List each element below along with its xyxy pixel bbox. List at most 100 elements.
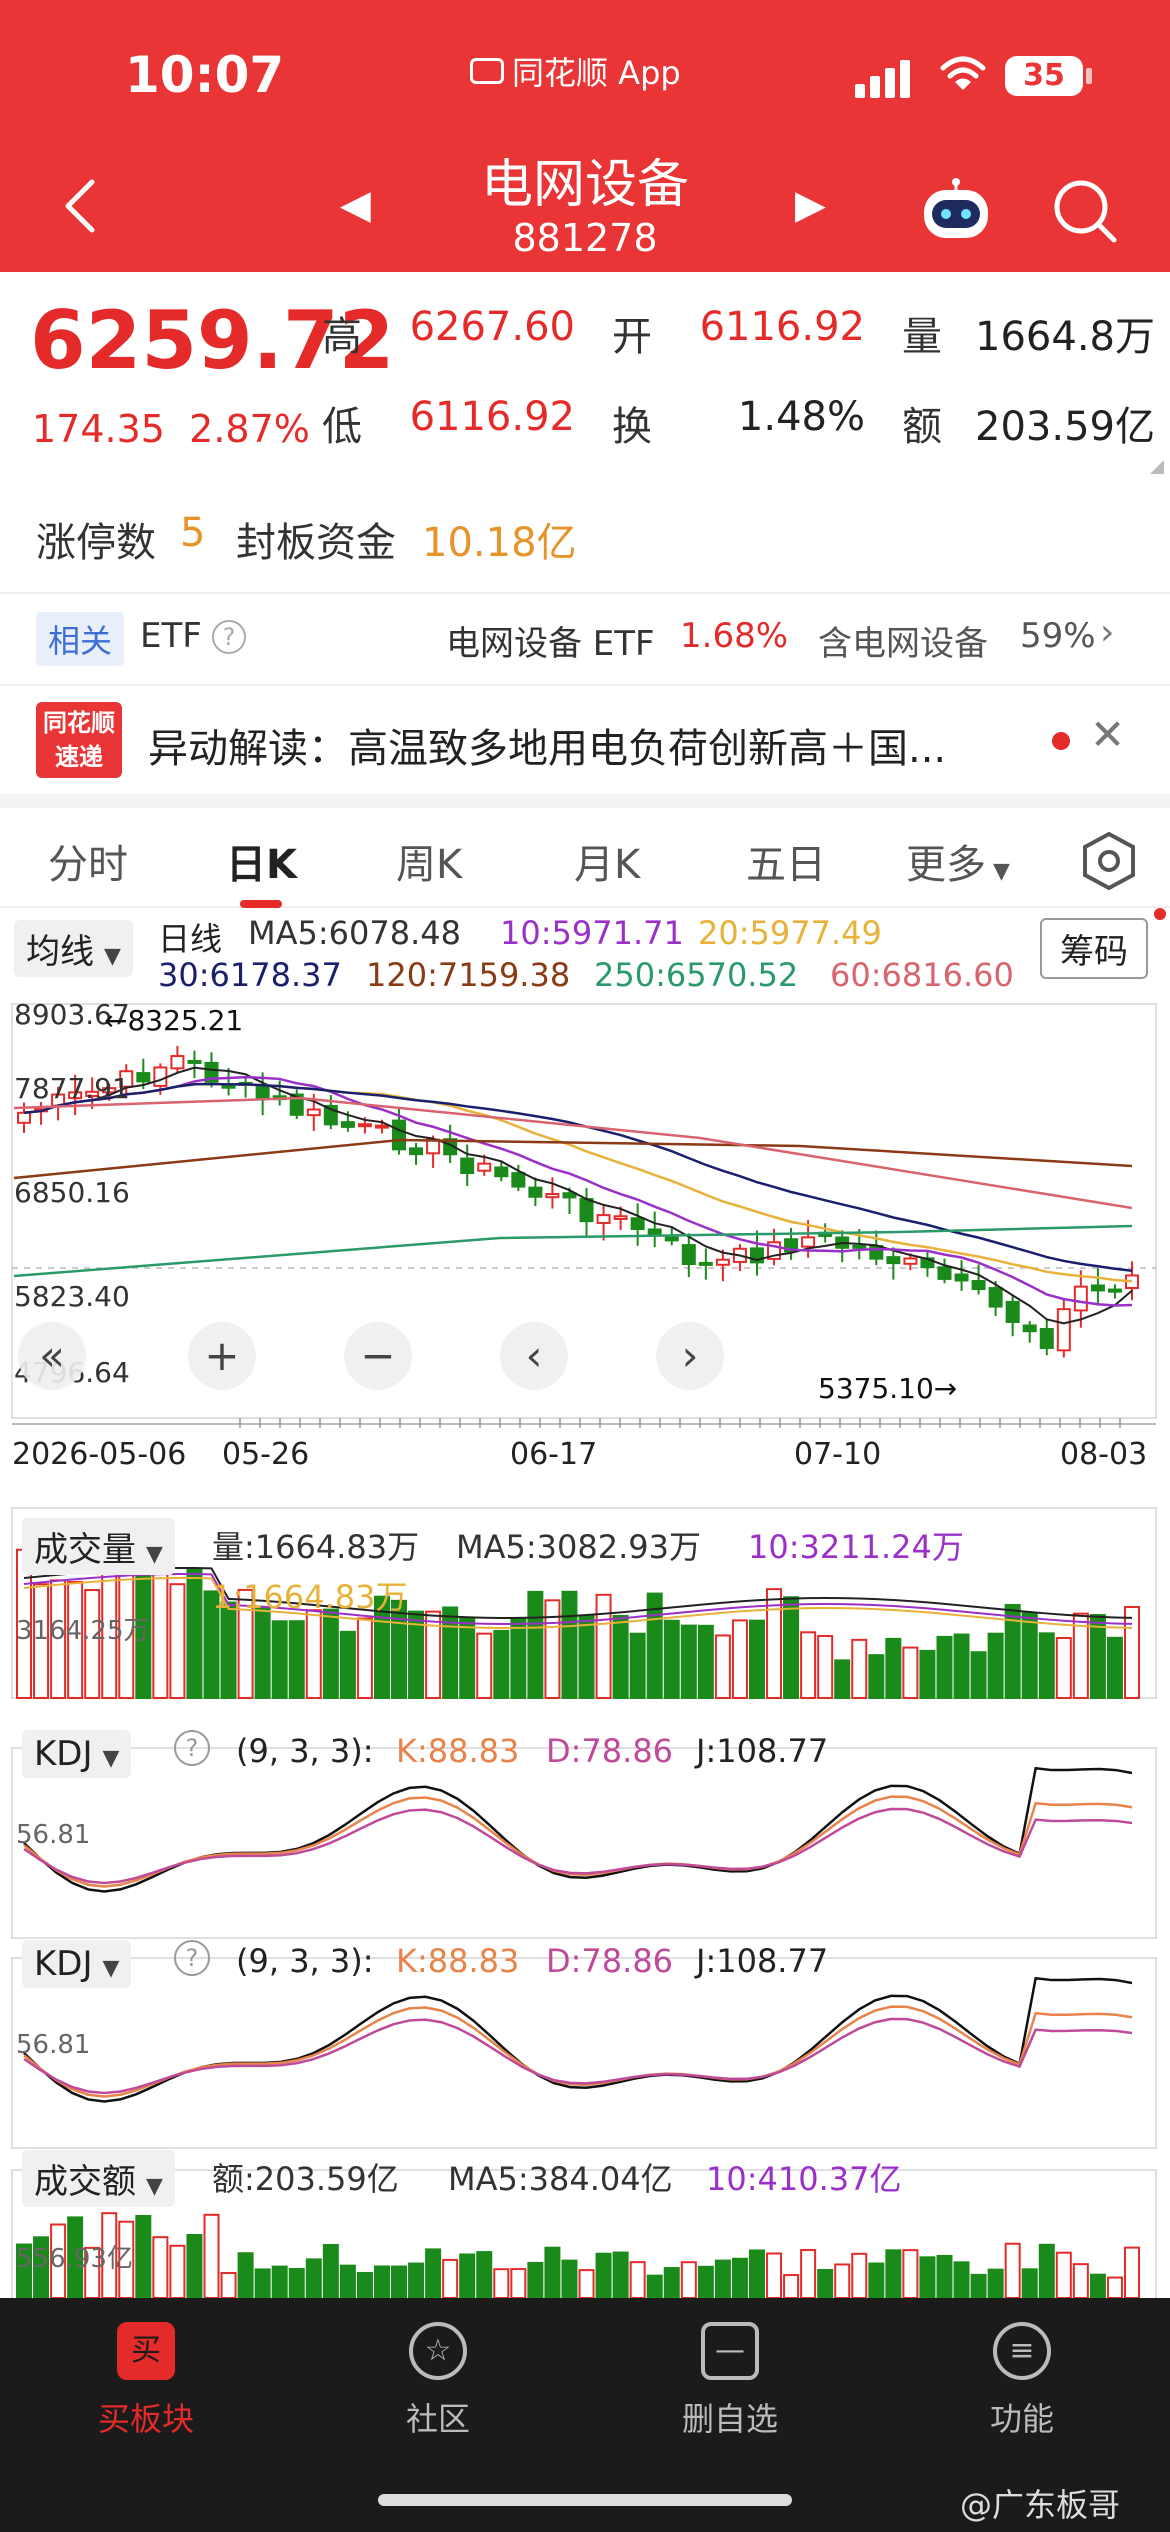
help-icon[interactable]: ? [174,1730,210,1766]
help-icon[interactable]: ? [174,1940,210,1976]
volume-bar [152,1561,169,1699]
candle-body [187,1059,202,1064]
limit-up-count-label: 涨停数 [36,520,156,566]
candle-body [698,1261,713,1266]
date-axis-label: 2026-05-06 [12,1437,186,1472]
app-logo-icon [470,58,504,84]
battery-level: 35 [1005,56,1083,96]
candle-body [460,1157,475,1175]
next-sector-icon[interactable]: ▶ [795,182,826,228]
candle-body [528,1186,543,1198]
etf-label: ETF [140,616,202,656]
volume-bar [629,1632,646,1699]
candle-body [1107,1288,1122,1293]
high-label: 高 [322,314,362,360]
amount-bar [169,2244,186,2298]
remove-watchlist-button[interactable]: — 删自选 [630,2322,830,2440]
volume-bar [288,1620,305,1700]
kdj1-indicator-label: KDJ [34,1734,93,1774]
amount-bar [800,2249,817,2298]
volume-bar [493,1629,510,1700]
tab-monthly-k[interactable]: 月K [574,832,640,890]
candle-body [1073,1285,1088,1312]
community-button[interactable]: ☆ 社区 [338,2322,538,2440]
unread-dot [1052,732,1070,750]
functions-button[interactable]: ≡ 功能 [922,2322,1122,2440]
price-axis-label: 6850.16 [14,1176,130,1209]
volume-bar [544,1599,561,1699]
ai-assistant-robot-icon[interactable] [918,178,994,242]
kdj1-indicator-select[interactable]: KDJ ▼ [22,1730,132,1778]
candle-body [579,1198,594,1223]
amount-bar [33,2236,50,2298]
candle-body [477,1162,492,1172]
seal-fund-label: 封板资金 [236,520,396,566]
tab-daily-k[interactable]: 日K [226,832,297,890]
candle-body [715,1258,730,1266]
buy-sector-button[interactable]: 买 买板块 [46,2322,246,2440]
amount-bar [885,2249,902,2298]
volume-bar [663,1619,680,1700]
expand-corner-icon[interactable] [1150,460,1164,474]
candle-body [886,1256,901,1265]
page-title: 电网设备 [480,155,689,215]
amount-bar [1038,2243,1055,2298]
candle-body [852,1244,867,1249]
home-indicator [378,2494,792,2506]
pan-left-icon-glyph: ‹ [526,1331,543,1380]
search-icon[interactable] [1050,176,1120,246]
etf-change-pct: 1.68% [680,616,789,656]
status-app-name: 同花顺 App [512,54,681,92]
amount-bar [373,2265,390,2298]
volume-bar [902,1646,919,1699]
amount-bar [527,2261,544,2298]
related-etf-row[interactable]: 相关 ETF ? 电网设备 ETF 1.68% 含电网设备 59% › [0,592,1170,684]
amount-indicator-select[interactable]: 成交额 ▼ [22,2150,175,2207]
volume-bar [612,1614,629,1700]
help-icon[interactable]: ? [212,620,246,654]
news-logo-bottom: 速递 [55,743,103,771]
tab-intraday[interactable]: 分时 [48,832,128,890]
etf-holding-pct: 59% [1020,616,1096,656]
status-time: 10:07 [125,46,285,104]
amount-bar [851,2252,868,2298]
candle-body [511,1172,526,1188]
buy-icon: 买 [117,2322,175,2380]
candle-body [801,1236,816,1248]
amount-bar [578,2269,595,2298]
price-axis-label: 5823.40 [14,1280,130,1313]
candle-body [1090,1284,1105,1292]
open-label: 开 [612,314,652,360]
news-headline[interactable]: 异动解读：高温致多地用电负荷创新高＋国... [148,716,946,774]
volume-bar [919,1649,936,1700]
volume-bar [322,1608,339,1700]
kdj2-indicator-select[interactable]: KDJ ▼ [22,1940,132,1988]
amount-bar [118,2220,135,2298]
candle-body [954,1273,969,1282]
news-flash-row[interactable]: 同花顺 速递 异动解读：高温致多地用电负荷创新高＋国... ✕ [0,684,1170,794]
amount-bar [322,2243,339,2298]
candle-body [494,1166,509,1178]
volume-bar [851,1638,868,1699]
settings-hexagon-icon[interactable] [1078,830,1140,892]
limit-up-count: 5 [180,510,206,556]
tab-five-day[interactable]: 五日 [746,832,826,890]
tab-more[interactable]: 更多 ▼ [906,832,1010,890]
amount-bar [408,2262,425,2298]
volume-bar [169,1583,186,1699]
close-icon[interactable]: ✕ [1090,710,1125,759]
date-axis-label: 05-26 [222,1437,309,1472]
volume-bar [476,1632,493,1699]
candle-body [1039,1328,1054,1350]
tab-weekly-k[interactable]: 周K [396,832,462,890]
etf-holding-label: 含电网设备 [818,624,988,664]
volume-bar [936,1635,953,1700]
zoom-in-icon-glyph: + [204,1331,239,1380]
volume-bar [561,1590,578,1700]
section-divider [0,794,1170,808]
volume-bar [731,1619,748,1700]
amount-bar [152,2236,169,2298]
kline-chart[interactable]: 8903.677877.916850.165823.404796.64←8325… [0,908,1170,2298]
volume-indicator-select[interactable]: 成交量 ▼ [22,1518,175,1575]
amount-bar [254,2268,271,2298]
